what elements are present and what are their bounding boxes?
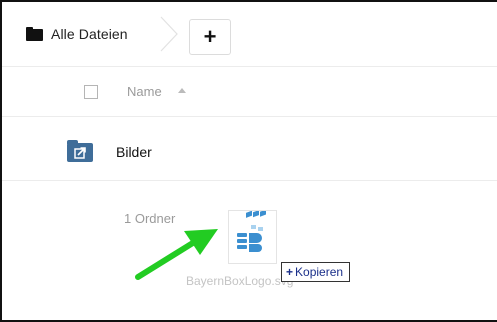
select-all-checkbox[interactable]: [84, 85, 98, 99]
plus-icon: +: [286, 265, 294, 279]
divider: [2, 116, 497, 117]
breadcrumb[interactable]: Alle Dateien: [26, 26, 128, 42]
breadcrumb-root-label: Alle Dateien: [51, 26, 128, 42]
file-row[interactable]: Bilder: [2, 128, 497, 180]
green-arrow-icon: [135, 229, 218, 280]
divider: [2, 180, 497, 181]
file-list-header: Name: [2, 70, 497, 114]
shared-folder-icon: [67, 140, 93, 162]
column-header-name[interactable]: Name: [127, 84, 162, 99]
breadcrumb-separator-icon: [160, 16, 178, 52]
sort-ascending-icon[interactable]: [178, 88, 186, 93]
bayernbox-logo-icon: [237, 209, 266, 252]
top-bar: Alle Dateien +: [2, 2, 497, 66]
drag-preview-thumbnail: [228, 209, 277, 264]
add-new-button[interactable]: +: [189, 19, 231, 55]
folder-icon: [26, 27, 43, 41]
file-count-summary: 1 Ordner: [124, 211, 176, 226]
copy-tooltip-label: Kopieren: [295, 265, 344, 279]
copy-tooltip: + Kopieren: [281, 262, 351, 282]
file-name[interactable]: Bilder: [116, 144, 152, 160]
divider: [2, 66, 497, 67]
